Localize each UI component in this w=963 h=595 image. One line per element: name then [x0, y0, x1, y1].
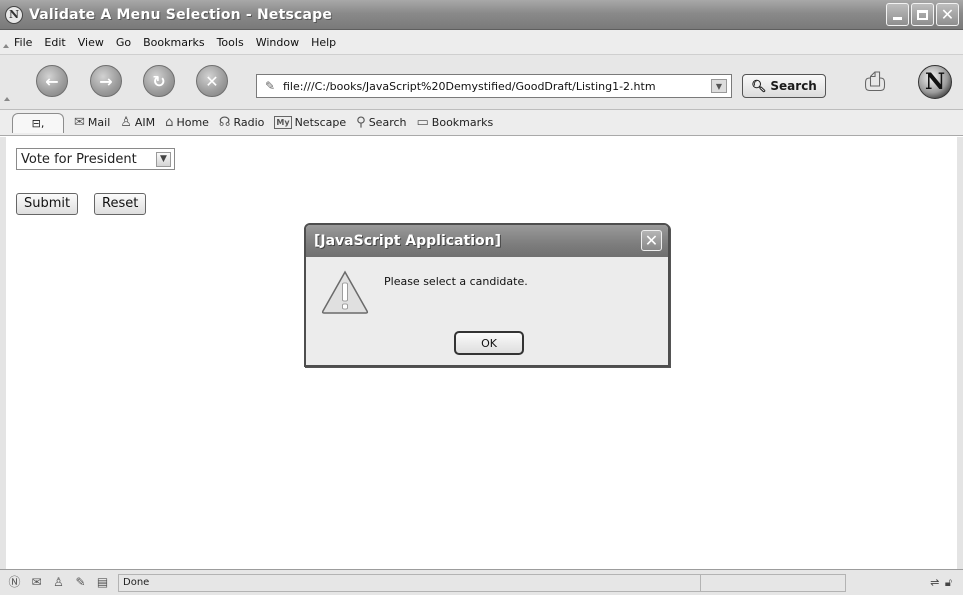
forward-button[interactable]: →	[90, 65, 122, 97]
dialog-close-button[interactable]: ✕	[641, 230, 662, 251]
composer-icon[interactable]: ✎	[73, 575, 88, 590]
menu-bar: File Edit View Go Bookmarks Tools Window…	[0, 30, 963, 55]
menu-go[interactable]: Go	[110, 36, 137, 49]
my-netscape-icon: My	[274, 116, 292, 129]
toolbar-link-label: Search	[368, 116, 407, 129]
reload-icon: ↻	[152, 71, 166, 91]
maximize-icon	[917, 9, 928, 20]
print-icon[interactable]: ⎙	[856, 67, 894, 97]
toolbar-link-bookmarks[interactable]: ▭ Bookmarks	[417, 115, 494, 130]
reset-button[interactable]: Reset	[94, 193, 147, 215]
close-window-button[interactable]: ✕	[936, 3, 959, 26]
ok-button[interactable]: OK	[454, 331, 524, 355]
toolbar-link-home[interactable]: ⌂ Home	[165, 115, 209, 130]
stop-icon: ✕	[205, 71, 219, 91]
close-icon: ✕	[644, 230, 659, 250]
menu-help[interactable]: Help	[305, 36, 342, 49]
dialog-message: Please select a candidate.	[384, 275, 528, 288]
reload-button[interactable]: ↻	[143, 65, 175, 97]
arrow-left-icon: ←	[45, 71, 59, 91]
close-icon: ✕	[940, 4, 955, 24]
toolbar-link-mail[interactable]: ✉ Mail	[74, 115, 110, 130]
personal-toolbar: ⊟, ✉ Mail ♙ AIM ⌂ Home ☊ Radio My Netsca…	[0, 110, 963, 136]
menu-window[interactable]: Window	[250, 36, 305, 49]
window-controls: ✕	[886, 3, 959, 26]
page-icon: ✎	[264, 79, 276, 93]
search-icon: ⚲	[356, 115, 366, 130]
radio-icon: ☊	[218, 115, 231, 130]
magnifier-icon: 🔍︎	[751, 79, 767, 93]
search-button-label: Search	[770, 79, 817, 93]
netscape-icon: N	[5, 5, 23, 24]
toolbar-link-radio[interactable]: ☊ Radio	[219, 115, 264, 130]
mail-icon[interactable]: ✉	[29, 575, 44, 590]
aim-icon[interactable]: ♙	[51, 575, 66, 590]
toolbar-link-label: Home	[176, 116, 209, 129]
connection-lock-icon[interactable]: ⇌ 🔓︎	[930, 576, 953, 590]
chevron-down-icon: ▼	[715, 81, 723, 91]
minimize-button[interactable]	[886, 3, 909, 26]
url-bar[interactable]: ✎ file:///C:/books/JavaScript%20Demystif…	[256, 74, 732, 98]
submit-button[interactable]: Submit	[16, 193, 79, 215]
toolbar-link-netscape[interactable]: My Netscape	[274, 116, 346, 129]
toolbar-link-aim[interactable]: ♙ AIM	[120, 115, 155, 130]
menu-edit[interactable]: Edit	[38, 36, 71, 49]
toolbar-link-label: Radio	[233, 116, 265, 129]
candidate-select-value: Vote for President	[21, 151, 137, 167]
aim-icon: ♙	[120, 115, 132, 130]
dialog-title[interactable]: [JavaScript Application]	[306, 225, 668, 257]
arrow-right-icon: →	[99, 71, 113, 91]
url-history-dropdown[interactable]: ▼	[711, 79, 727, 93]
address-book-icon[interactable]: ▤	[95, 575, 110, 590]
toolbar-grip[interactable]	[2, 30, 9, 54]
netscape-logo-icon[interactable]: N	[918, 65, 952, 99]
minimize-icon	[893, 17, 902, 20]
progress-panel	[700, 573, 846, 592]
alert-dialog: [JavaScript Application] ✕ Please select…	[304, 223, 670, 367]
navigation-toolbar: ← → ↻ ✕ ✎ file:///C:/books/JavaScript%20…	[0, 55, 963, 110]
menu-file[interactable]: File	[8, 36, 38, 49]
maximize-button[interactable]	[911, 3, 934, 26]
window-title: Validate A Menu Selection - Netscape	[29, 6, 333, 23]
chevron-down-icon[interactable]: ▼	[156, 151, 171, 167]
menu-bookmarks[interactable]: Bookmarks	[137, 36, 210, 49]
status-text: Done	[118, 573, 700, 592]
new-tab-button[interactable]: ⊟,	[12, 112, 64, 133]
stop-button[interactable]: ✕	[196, 65, 228, 97]
toolbar-link-search[interactable]: ⚲ Search	[356, 115, 406, 130]
candidate-select[interactable]: Vote for President ▼	[16, 148, 175, 170]
search-button[interactable]: 🔍︎ Search	[742, 74, 826, 98]
window-title-bar[interactable]: N Validate A Menu Selection - Netscape ✕	[0, 0, 963, 30]
netscape-icon[interactable]: Ⓝ	[7, 575, 22, 590]
menu-tools[interactable]: Tools	[211, 36, 250, 49]
bookmarks-icon: ▭	[416, 115, 429, 130]
toolbar-link-label: Netscape	[294, 116, 347, 129]
toolbar-link-label: Bookmarks	[431, 116, 494, 129]
toolbar-link-label: AIM	[134, 116, 156, 129]
toolbar-link-label: Mail	[87, 116, 111, 129]
home-icon: ⌂	[165, 115, 174, 130]
mail-icon: ✉	[74, 115, 85, 130]
url-input[interactable]: file:///C:/books/JavaScript%20Demystifie…	[283, 80, 711, 93]
status-bar: Ⓝ ✉ ♙ ✎ ▤ Done ⇌ 🔓︎	[0, 569, 963, 595]
back-button[interactable]: ←	[36, 65, 68, 97]
warning-icon	[321, 270, 369, 314]
toolbar-grip[interactable]	[4, 97, 10, 101]
menu-view[interactable]: View	[72, 36, 110, 49]
tab-icon: ⊟,	[31, 116, 45, 130]
